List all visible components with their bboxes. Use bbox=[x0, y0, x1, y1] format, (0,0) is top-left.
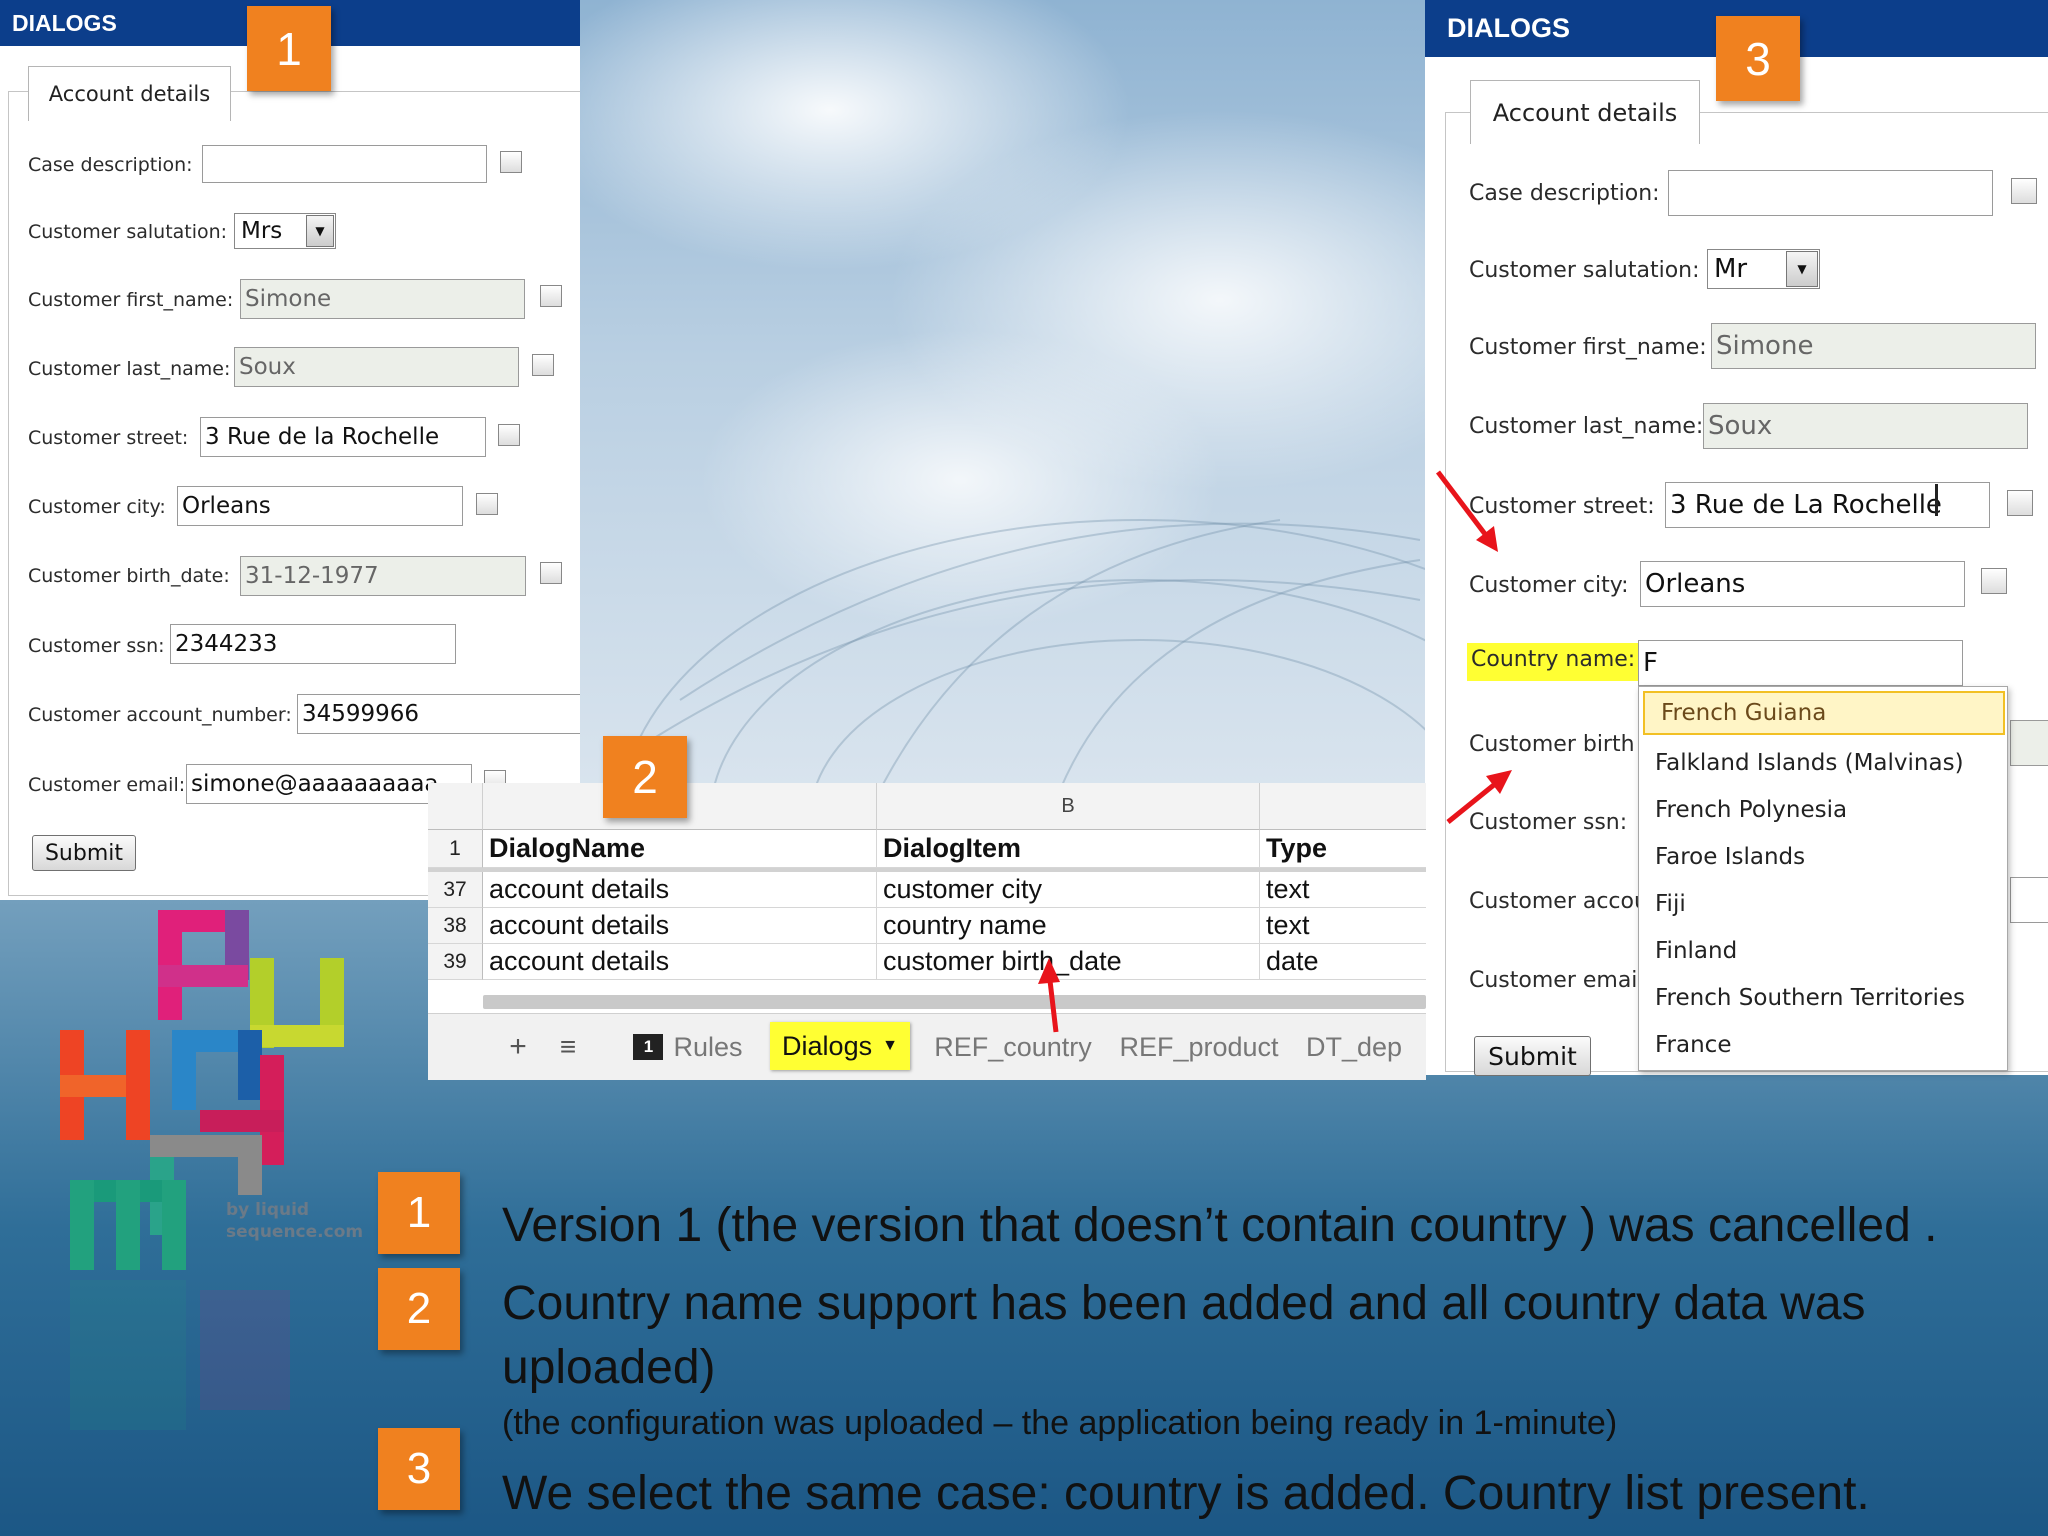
note-3-text: We select the same case: country is adde… bbox=[502, 1467, 1870, 1520]
arrow-to-street-field bbox=[1436, 470, 1490, 540]
note-badge-2: 2 bbox=[378, 1268, 460, 1350]
note-2-subtext: (the configuration was uploaded – the ap… bbox=[502, 1404, 1618, 1442]
harmony-logo: by liquid sequence.com bbox=[50, 910, 370, 1430]
logo-byline: by liquid bbox=[226, 1200, 310, 1220]
arrowhead bbox=[1038, 958, 1060, 984]
arrow-to-ssn-field bbox=[1446, 778, 1502, 824]
note-2-text-cont: uploaded) bbox=[502, 1341, 716, 1394]
step-badge-2: 2 bbox=[603, 736, 687, 818]
step-badge-1: 1 bbox=[247, 6, 331, 91]
note-2-text: Country name support has been added and … bbox=[502, 1277, 1866, 1330]
note-badge-3: 3 bbox=[378, 1428, 460, 1510]
logo-byline: sequence.com bbox=[226, 1222, 364, 1242]
note-badge-1: 1 bbox=[378, 1172, 460, 1254]
step-badge-3: 3 bbox=[1716, 16, 1800, 101]
note-1-text: Version 1 (the version that doesn’t cont… bbox=[502, 1199, 1938, 1252]
